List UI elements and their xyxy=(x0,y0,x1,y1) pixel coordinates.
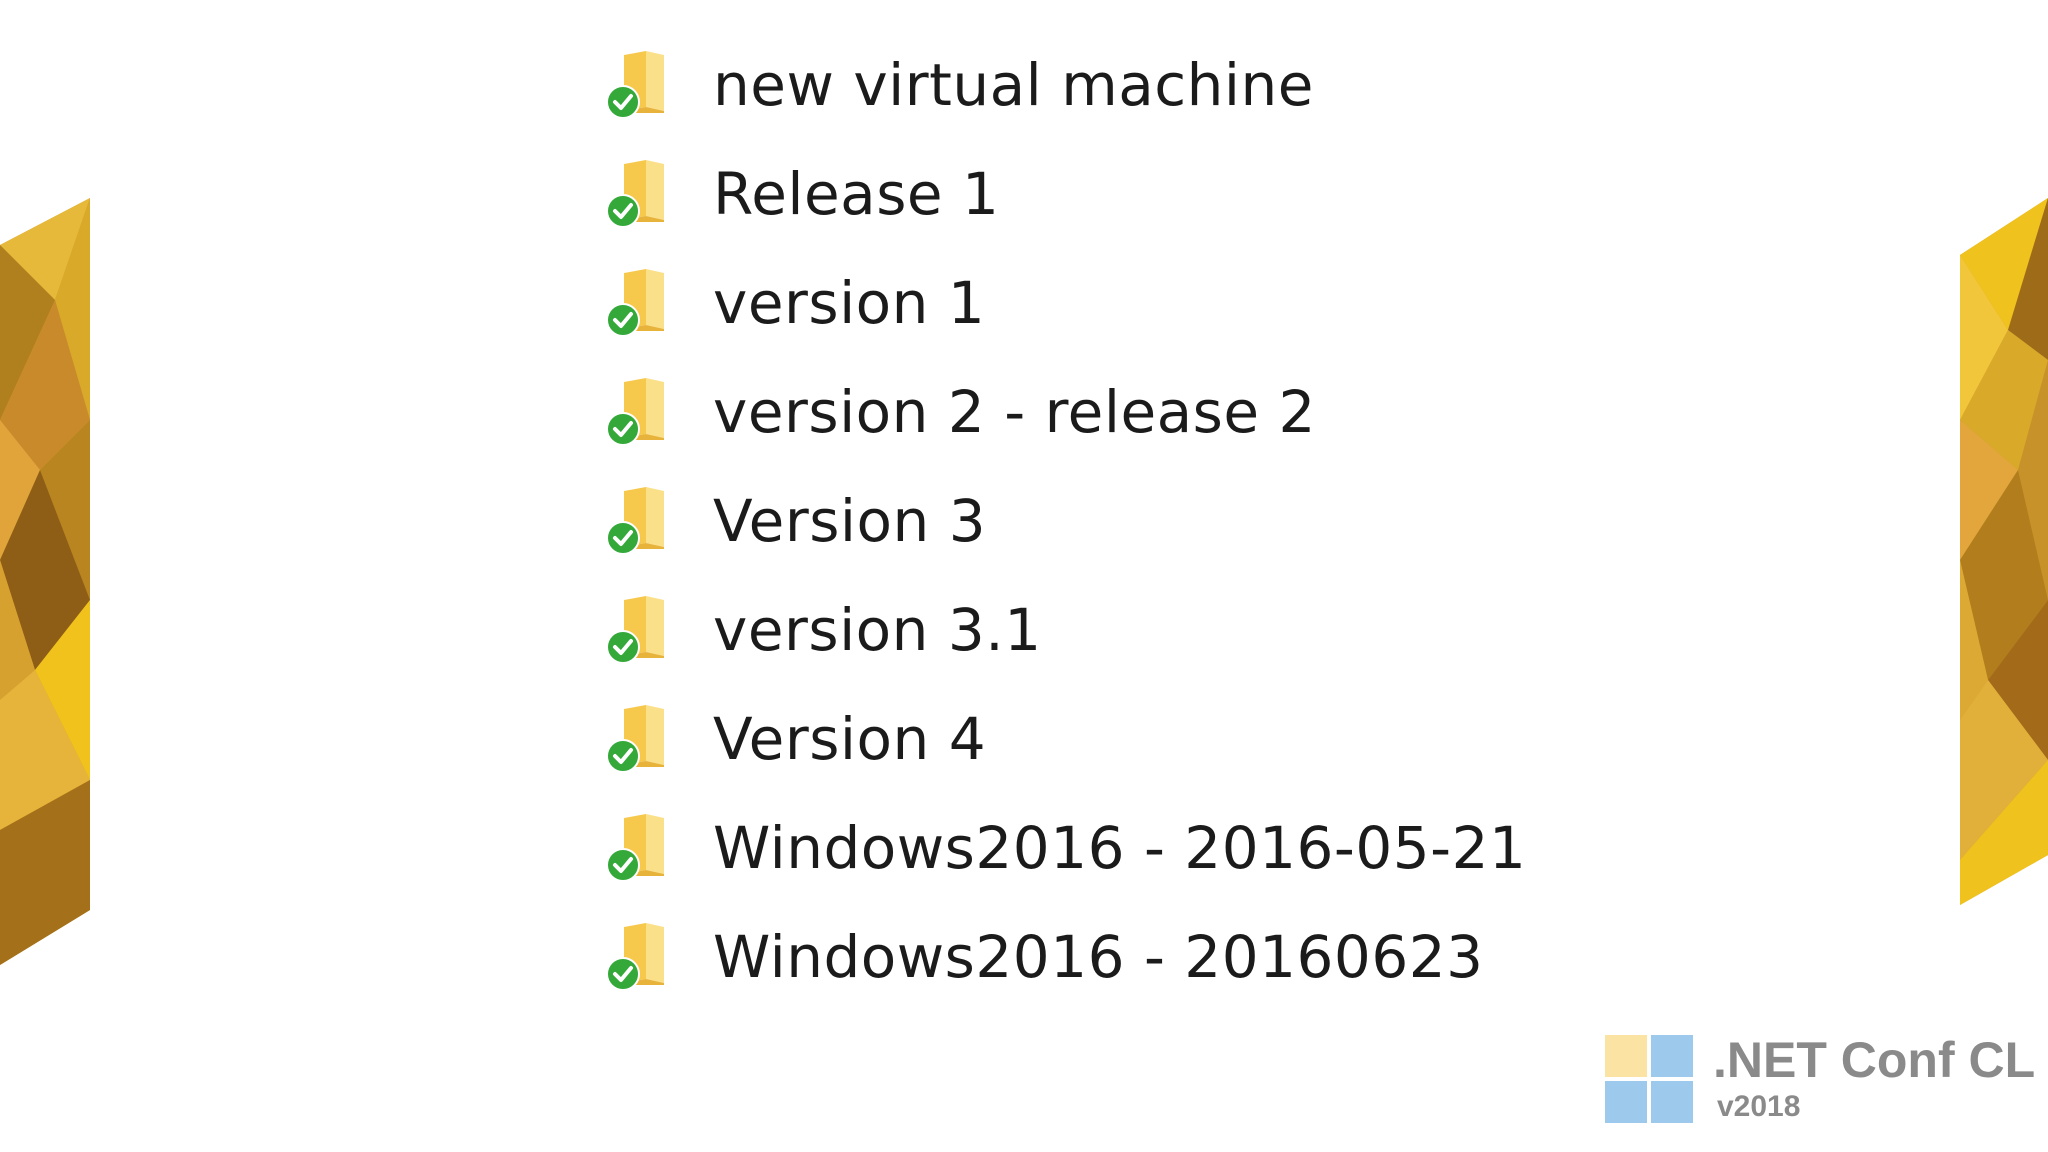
folder-synced-icon xyxy=(600,481,680,561)
folder-list: new virtual machine Release 1 version 1 ver… xyxy=(600,30,1526,1011)
folder-label: Version 4 xyxy=(713,704,987,773)
folder-item[interactable]: version 1 xyxy=(600,248,1526,357)
sync-check-icon xyxy=(606,302,640,337)
folder-label: version 1 xyxy=(713,268,986,337)
folder-synced-icon xyxy=(600,590,680,670)
folder-synced-icon xyxy=(600,699,680,779)
brand-title: .NET Conf CL xyxy=(1713,1032,2036,1088)
sync-check-icon xyxy=(606,738,640,773)
folder-label: version 2 - release 2 xyxy=(713,377,1316,446)
folder-item[interactable]: new virtual machine xyxy=(600,30,1526,139)
sync-check-icon xyxy=(606,956,640,991)
folder-synced-icon xyxy=(600,154,680,234)
folder-synced-icon xyxy=(600,45,680,125)
folder-item[interactable]: version 3.1 xyxy=(600,575,1526,684)
sync-check-icon xyxy=(606,629,640,664)
folder-item[interactable]: Release 1 xyxy=(600,139,1526,248)
folder-label: new virtual machine xyxy=(713,50,1314,119)
sync-check-icon xyxy=(606,193,640,228)
folder-label: Release 1 xyxy=(713,159,1000,228)
folder-synced-icon xyxy=(600,917,680,997)
brand-version: v2018 xyxy=(1717,1090,1801,1123)
folder-label: Windows2016 - 20160623 xyxy=(713,922,1484,991)
folder-item[interactable]: Version 4 xyxy=(600,684,1526,793)
folder-item[interactable]: Version 3 xyxy=(600,466,1526,575)
folder-label: Windows2016 - 2016-05-21 xyxy=(713,813,1527,882)
folder-synced-icon xyxy=(600,372,680,452)
folder-item[interactable]: Windows2016 - 20160623 xyxy=(600,902,1526,1011)
brand-watermark: .NET Conf CL v2018 xyxy=(1605,1033,2035,1125)
right-decoration xyxy=(1960,198,2048,905)
sync-check-icon xyxy=(606,84,640,119)
folder-synced-icon xyxy=(600,808,680,888)
folder-item[interactable]: Windows2016 - 2016-05-21 xyxy=(600,793,1526,902)
windows-logo-icon xyxy=(1605,1035,1695,1125)
sync-check-icon xyxy=(606,847,640,882)
left-decoration xyxy=(0,198,90,965)
folder-label: Version 3 xyxy=(713,486,987,555)
folder-synced-icon xyxy=(600,263,680,343)
sync-check-icon xyxy=(606,411,640,446)
folder-label: version 3.1 xyxy=(713,595,1042,664)
sync-check-icon xyxy=(606,520,640,555)
folder-item[interactable]: version 2 - release 2 xyxy=(600,357,1526,466)
